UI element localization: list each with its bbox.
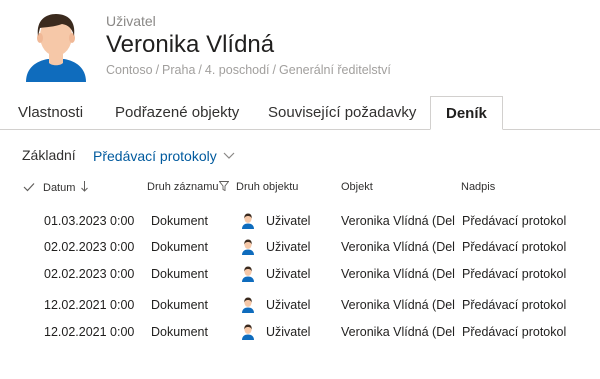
cell-object[interactable]: Veronika Vlídná (Del bbox=[341, 267, 455, 281]
subtab-zakladni[interactable]: Základní bbox=[22, 147, 76, 163]
subtab-predavaci-protokoly[interactable]: Předávací protokoly bbox=[93, 147, 235, 164]
column-label: Datum bbox=[43, 182, 76, 194]
cell-record-type: Dokument bbox=[151, 267, 208, 281]
grid-header: Datum Druh záznamu Druh objektu Objekt N… bbox=[0, 177, 600, 201]
cell-object-type: Uživatel bbox=[266, 267, 311, 281]
breadcrumb-separator: / bbox=[198, 63, 202, 77]
user-icon bbox=[241, 266, 255, 282]
user-icon bbox=[241, 297, 255, 313]
cell-record-type: Dokument bbox=[151, 298, 208, 312]
cell-date: 01.03.2023 0:00 bbox=[44, 214, 135, 228]
cell-object-type: Uživatel bbox=[266, 325, 311, 339]
filter-icon[interactable] bbox=[218, 181, 229, 193]
breadcrumb-item[interactable]: Praha bbox=[162, 63, 195, 77]
cell-object-type: Uživatel bbox=[266, 298, 311, 312]
table-row[interactable]: 02.02.2023 0:00 Dokument Uživatel Veroni… bbox=[0, 236, 600, 262]
cell-title[interactable]: Předávací protokol bbox=[462, 214, 600, 228]
breadcrumb-separator: / bbox=[272, 63, 277, 77]
checkmark-icon[interactable] bbox=[23, 182, 35, 195]
cell-title[interactable]: Předávací protokol bbox=[462, 240, 600, 254]
breadcrumb: Contoso / Praha/4. poschodí / Generální ředi… bbox=[106, 63, 391, 77]
cell-date: 02.02.2023 0:00 bbox=[44, 267, 135, 281]
cell-date: 12.02.2021 0:00 bbox=[44, 298, 135, 312]
main-tabs: Vlastnosti Podřazené objekty Související… bbox=[0, 96, 600, 130]
cell-date: 12.02.2021 0:00 bbox=[44, 325, 135, 339]
user-avatar-icon bbox=[26, 14, 86, 82]
column-header-record-type[interactable]: Druh záznamu bbox=[147, 181, 229, 193]
cell-object[interactable]: Veronika Vlídná (Del bbox=[341, 214, 455, 228]
cell-object[interactable]: Veronika Vlídná (Del bbox=[341, 240, 455, 254]
breadcrumb-item[interactable]: Contoso bbox=[106, 63, 153, 77]
cell-object-type: Uživatel bbox=[266, 240, 311, 254]
table-row[interactable]: 02.02.2023 0:00 Dokument Uživatel Veroni… bbox=[0, 263, 600, 289]
subtab-label: Předávací protokoly bbox=[93, 148, 217, 164]
column-header-object-type[interactable]: Druh objektu bbox=[236, 181, 298, 193]
table-row[interactable]: 01.03.2023 0:00 Dokument Uživatel Veroni… bbox=[0, 210, 600, 236]
chevron-down-icon[interactable] bbox=[223, 147, 235, 163]
cell-record-type: Dokument bbox=[151, 214, 208, 228]
sub-tabs: Základní Předávací protokoly bbox=[0, 142, 600, 172]
arrow-down-icon bbox=[81, 181, 89, 194]
cell-object[interactable]: Veronika Vlídná (Del bbox=[341, 325, 455, 339]
cell-record-type: Dokument bbox=[151, 240, 208, 254]
object-type-label: Uživatel bbox=[106, 13, 156, 29]
user-avatar bbox=[24, 12, 88, 82]
column-header-date[interactable]: Datum bbox=[43, 181, 89, 194]
column-label: Druh záznamu bbox=[147, 181, 219, 193]
breadcrumb-item[interactable]: Generální ředitelství bbox=[279, 63, 391, 77]
user-icon bbox=[241, 324, 255, 340]
tab-souvisejici-pozadavky[interactable]: Související požadavky bbox=[268, 104, 416, 121]
user-icon bbox=[241, 213, 255, 229]
record-header: Uživatel Veronika Vlídná Contoso / Praha/4… bbox=[0, 0, 600, 96]
cell-date: 02.02.2023 0:00 bbox=[44, 240, 135, 254]
breadcrumb-separator: / bbox=[155, 63, 160, 77]
table-row[interactable]: 12.02.2021 0:00 Dokument Uživatel Veroni… bbox=[0, 294, 600, 320]
cell-title[interactable]: Předávací protokol bbox=[462, 298, 600, 312]
column-header-object[interactable]: Objekt bbox=[341, 181, 373, 193]
tab-denik[interactable]: Deník bbox=[430, 96, 503, 130]
cell-object[interactable]: Veronika Vlídná (Del bbox=[341, 298, 455, 312]
user-icon bbox=[241, 239, 255, 255]
column-header-title[interactable]: Nadpis bbox=[461, 181, 495, 193]
cell-object-type: Uživatel bbox=[266, 214, 311, 228]
cell-record-type: Dokument bbox=[151, 325, 208, 339]
cell-title[interactable]: Předávací protokol bbox=[462, 325, 600, 339]
table-row[interactable]: 12.02.2021 0:00 Dokument Uživatel Veroni… bbox=[0, 321, 600, 347]
cell-title[interactable]: Předávací protokol bbox=[462, 267, 600, 281]
breadcrumb-item[interactable]: 4. poschodí bbox=[205, 63, 270, 77]
page-title: Veronika Vlídná bbox=[106, 31, 275, 58]
tab-vlastnosti[interactable]: Vlastnosti bbox=[18, 104, 83, 121]
tab-podrazene-objekty[interactable]: Podřazené objekty bbox=[115, 104, 239, 121]
